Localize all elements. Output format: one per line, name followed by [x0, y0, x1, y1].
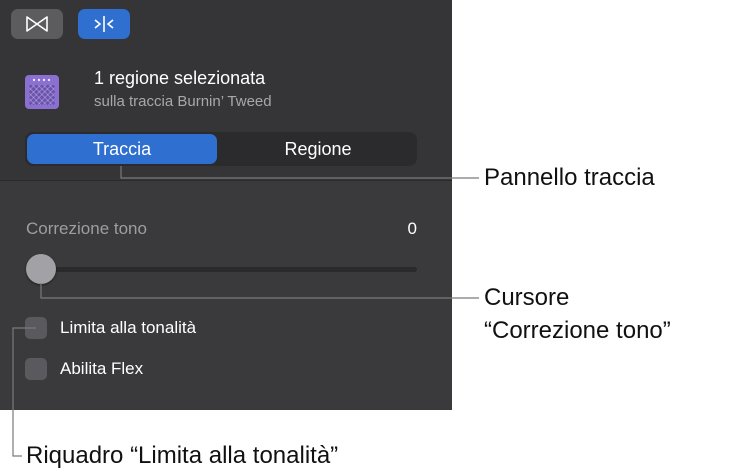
panel-leader-line — [120, 166, 479, 179]
callout-slider-line2: “Correzione tono” — [484, 317, 671, 344]
callout-checkbox: Riquadro “Limita alla tonalità” — [26, 442, 339, 469]
callout-slider-line1: Cursore — [484, 284, 570, 311]
callout-track-panel: Pannello traccia — [484, 164, 655, 191]
slider-leader-line — [40, 283, 479, 299]
checkbox-leader-line — [12, 327, 36, 457]
callout-leader-lines — [12, 166, 479, 457]
